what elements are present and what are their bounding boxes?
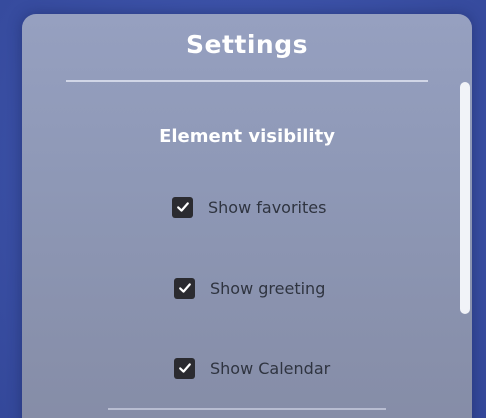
title-divider (66, 80, 428, 82)
show-calendar-option[interactable]: Show Calendar (174, 356, 330, 380)
show-greeting-option[interactable]: Show greeting (174, 276, 325, 300)
show-favorites-label: Show favorites (208, 197, 327, 217)
checkmark-icon (176, 202, 189, 212)
section-divider (108, 408, 386, 410)
element-visibility-heading: Element visibility (159, 126, 335, 147)
show-greeting-label: Show greeting (210, 278, 326, 298)
show-favorites-option[interactable]: Show favorites (172, 195, 326, 219)
checkmark-icon (178, 283, 191, 293)
show-calendar-checkbox[interactable] (174, 357, 195, 379)
settings-panel: Settings Element visibility Show favorit… (22, 14, 472, 418)
scrollbar-thumb[interactable] (460, 82, 470, 314)
show-greeting-checkbox[interactable] (174, 277, 195, 299)
show-calendar-label: Show Calendar (210, 358, 331, 378)
scrollbar[interactable] (459, 82, 471, 314)
checkmark-icon (178, 363, 191, 373)
settings-title: Settings (185, 30, 308, 59)
show-favorites-checkbox[interactable] (172, 196, 193, 218)
